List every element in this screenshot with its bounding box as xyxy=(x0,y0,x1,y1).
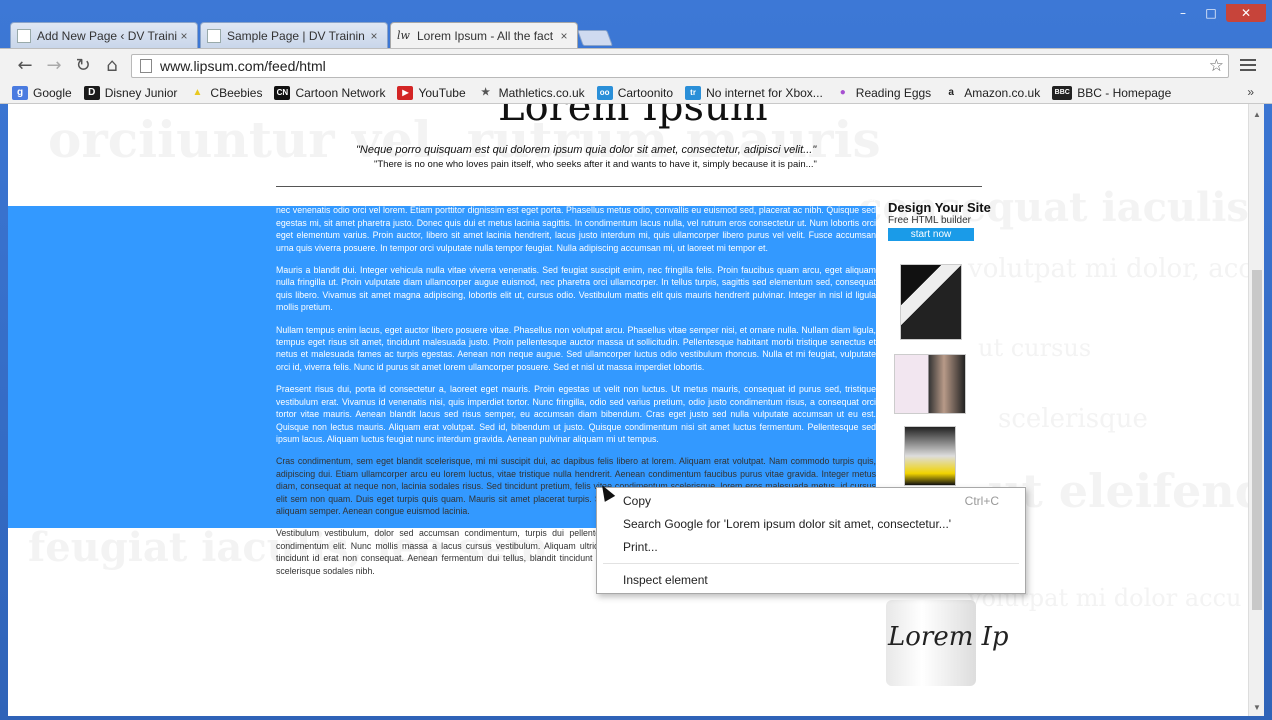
bookmark-cartoonito[interactable]: oo Cartoonito xyxy=(596,85,674,100)
english-quote: "There is no one who loves pain itself, … xyxy=(374,159,817,170)
page-icon xyxy=(17,28,31,43)
bookmarks-bar: g Google D Disney Junior ▲ CBeebies CN Carto… xyxy=(0,82,1272,104)
latin-quote: "Neque porro quisquam est qui dolorem ip… xyxy=(356,144,817,156)
bookmark-label: CBeebies xyxy=(210,85,263,100)
tr-icon: tr xyxy=(685,85,702,100)
bookmarks-overflow-icon[interactable]: » xyxy=(1247,85,1254,99)
scroll-thumb[interactable] xyxy=(1252,270,1262,610)
home-button[interactable]: ⌂ xyxy=(101,55,123,77)
tab-title: Lorem Ipsum - All the fact xyxy=(417,28,554,43)
cartoonito-icon: oo xyxy=(596,85,613,100)
reload-button[interactable]: ↻ xyxy=(72,55,94,77)
tab-lorem-ipsum[interactable]: lw Lorem Ipsum - All the fact × xyxy=(390,22,578,48)
background-text: scelerisque xyxy=(998,404,1148,434)
ad-thumbnail-image[interactable] xyxy=(904,426,956,486)
close-tab-icon[interactable]: × xyxy=(367,29,381,43)
page-icon xyxy=(140,59,152,73)
background-text: volutpat mi dolor, accu xyxy=(968,254,1248,284)
bookmark-cartoon-network[interactable]: CN Cartoon Network xyxy=(274,85,386,100)
scroll-down-icon[interactable]: ▼ xyxy=(1249,703,1265,712)
url-text[interactable]: www.lipsum.com/feed/html xyxy=(160,58,326,74)
context-inspect-element[interactable]: Inspect element xyxy=(623,573,708,587)
context-search-google[interactable]: Search Google for 'Lorem ipsum dolor sit… xyxy=(623,517,951,531)
bookmark-youtube[interactable]: ▶ YouTube xyxy=(397,85,466,100)
bookmark-label: Cartoon Network xyxy=(295,85,386,100)
bookmark-bbc[interactable]: BBC BBC - Homepage xyxy=(1052,85,1172,100)
bookmark-label: Disney Junior xyxy=(104,85,178,100)
new-tab-button[interactable] xyxy=(577,30,613,46)
bookmark-label: Google xyxy=(33,85,72,100)
background-text: ut eleifend vel. m xyxy=(988,464,1248,518)
youtube-icon: ▶ xyxy=(397,85,414,100)
bookmark-cbeebies[interactable]: ▲ CBeebies xyxy=(189,86,262,100)
bookmark-disney-junior[interactable]: D Disney Junior xyxy=(83,85,178,100)
forward-button[interactable]: → xyxy=(43,55,65,77)
bbc-icon: BBC xyxy=(1052,85,1073,100)
divider xyxy=(276,186,982,187)
toolbar: ← → ↻ ⌂ www.lipsum.com/feed/html ☆ xyxy=(0,48,1272,82)
ad-thumbnail-image[interactable] xyxy=(894,354,966,414)
ad-title: Design Your Site xyxy=(888,200,991,215)
cartoon-network-icon: CN xyxy=(274,85,291,100)
bookmark-mathletics[interactable]: ★ Mathletics.co.uk xyxy=(478,86,585,100)
page-icon xyxy=(207,28,221,43)
page-viewport: orciiuntur vel. rutrum mauris consequat … xyxy=(8,104,1248,716)
bookmark-google[interactable]: g Google xyxy=(12,85,72,100)
back-button[interactable]: ← xyxy=(14,55,36,77)
ad-start-button[interactable]: start now xyxy=(888,228,974,241)
chrome-menu-button[interactable] xyxy=(1238,56,1258,76)
copy-shortcut: Ctrl+C xyxy=(964,494,999,508)
address-bar[interactable]: www.lipsum.com/feed/html ☆ xyxy=(131,54,1229,78)
tab-title: Sample Page | DV Trainin xyxy=(227,28,365,43)
context-print[interactable]: Print... xyxy=(623,540,658,554)
window-controls: – □ ✕ xyxy=(1170,4,1266,22)
reading-eggs-icon: ● xyxy=(839,86,846,98)
scroll-up-icon[interactable]: ▲ xyxy=(1249,110,1265,119)
mathletics-icon: ★ xyxy=(481,86,491,98)
mug-text: Lorem Ip xyxy=(888,622,1009,652)
tab-title: Add New Page ‹ DV Traini xyxy=(37,28,177,43)
bookmark-label: BBC - Homepage xyxy=(1077,85,1172,100)
bookmark-amazon[interactable]: a Amazon.co.uk xyxy=(943,86,1040,100)
paragraph[interactable]: Nullam tempus enim lacus, eget auctor li… xyxy=(276,324,876,374)
menu-separator xyxy=(603,563,1019,564)
context-menu: Copy Ctrl+C Search Google for 'Lorem ips… xyxy=(596,487,1026,594)
context-copy[interactable]: Copy xyxy=(623,494,651,508)
background-text: ut cursus xyxy=(978,334,1092,362)
tab-sample-page[interactable]: Sample Page | DV Trainin × xyxy=(200,22,388,48)
google-icon: g xyxy=(12,85,28,100)
bookmark-no-internet-xbox[interactable]: tr No internet for Xbox... xyxy=(685,85,823,100)
bookmark-reading-eggs[interactable]: ● Reading Eggs xyxy=(835,86,931,100)
page-heading: Lorem Ipsum xyxy=(498,104,768,130)
bookmark-label: Mathletics.co.uk xyxy=(498,85,585,100)
close-window-button[interactable]: ✕ xyxy=(1226,4,1266,22)
mug-image[interactable]: Lorem Ip xyxy=(886,600,1009,686)
bookmark-label: Amazon.co.uk xyxy=(964,85,1041,100)
close-tab-icon[interactable]: × xyxy=(177,29,191,43)
amazon-icon: a xyxy=(948,86,954,98)
ad-subtitle: Free HTML builder xyxy=(888,215,971,226)
bookmark-label: Cartoonito xyxy=(617,85,674,100)
vertical-scrollbar[interactable]: ▲ ▼ xyxy=(1248,104,1264,716)
bookmark-star-icon[interactable]: ☆ xyxy=(1209,56,1224,76)
close-tab-icon[interactable]: × xyxy=(557,29,571,43)
tab-add-new-page[interactable]: Add New Page ‹ DV Traini × xyxy=(10,22,198,48)
tab-strip: Add New Page ‹ DV Traini × Sample Page |… xyxy=(10,22,613,48)
restore-button[interactable]: □ xyxy=(1198,4,1224,22)
ad-banner[interactable]: Design Your Site Free HTML builder start… xyxy=(888,200,991,241)
bookmark-label: Reading Eggs xyxy=(855,85,932,100)
bookmark-label: No internet for Xbox... xyxy=(706,85,823,100)
lorem-icon: lw xyxy=(397,28,410,42)
paragraph[interactable]: Lorem ipsum dolor sit amet, consectetur … xyxy=(276,192,876,254)
ad-thumbnail-image[interactable] xyxy=(900,264,962,340)
paragraph[interactable]: Praesent risus dui, porta id consectetur… xyxy=(276,383,876,445)
paragraph[interactable]: Mauris a blandit dui. Integer vehicula n… xyxy=(276,264,876,314)
minimize-button[interactable]: – xyxy=(1170,4,1196,22)
disney-junior-icon: D xyxy=(83,85,100,100)
cbeebies-icon: ▲ xyxy=(192,86,203,98)
bookmark-label: YouTube xyxy=(418,85,466,100)
